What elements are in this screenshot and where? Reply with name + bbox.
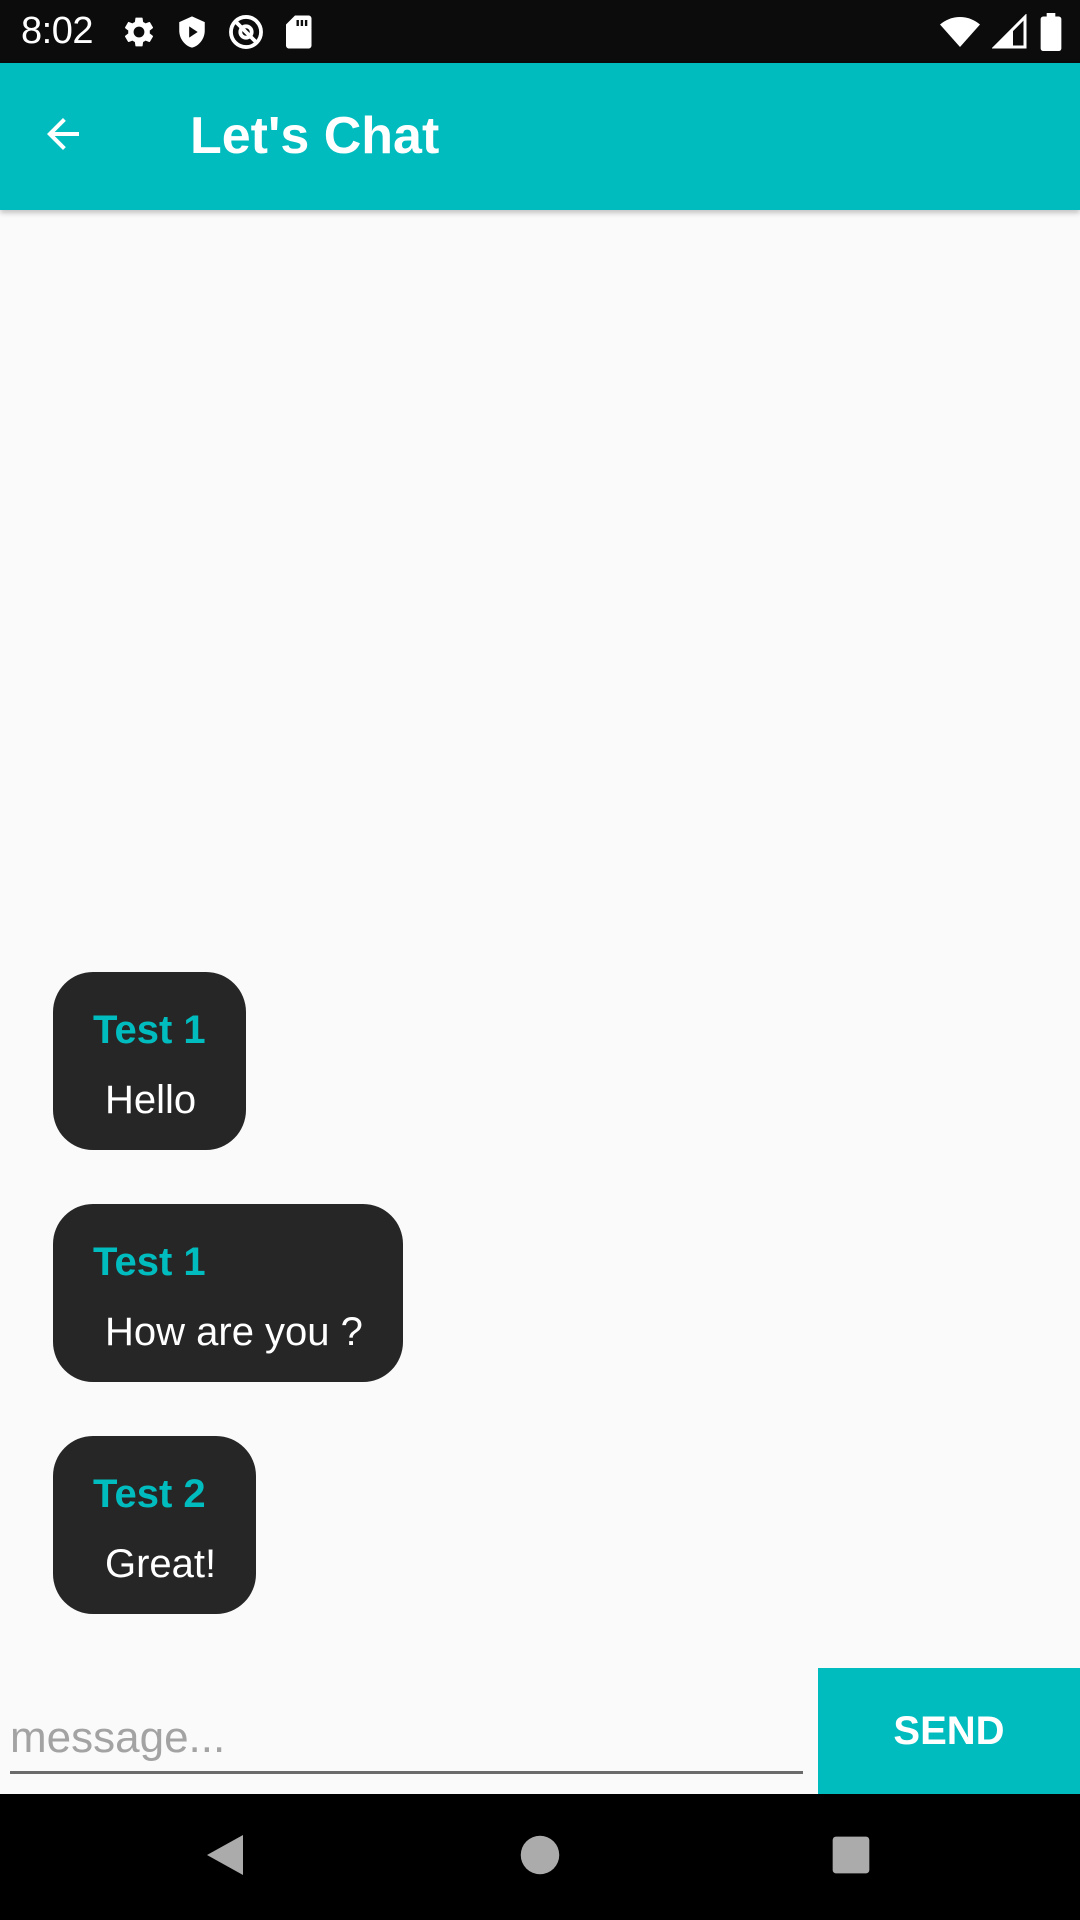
status-time: 8:02 xyxy=(21,10,93,52)
message-bubble: Test 1 How are you ? xyxy=(53,1204,403,1382)
page-title: Let's Chat xyxy=(190,107,440,165)
message-sender: Test 1 xyxy=(93,1240,206,1284)
message-sender: Test 1 xyxy=(93,1008,206,1052)
gear-icon xyxy=(121,14,157,50)
nav-home-button[interactable] xyxy=(505,1822,575,1892)
back-button[interactable] xyxy=(30,103,96,169)
shield-play-icon xyxy=(175,14,209,50)
status-notification-icons xyxy=(121,12,313,52)
message-bubble: Test 1 Hello xyxy=(53,972,246,1150)
status-system-icons xyxy=(940,12,1062,52)
message-input[interactable] xyxy=(10,1704,803,1774)
nav-recents-button[interactable] xyxy=(816,1822,886,1892)
message-text: Hello xyxy=(105,1078,197,1122)
back-triangle-icon xyxy=(203,1831,247,1884)
message-sender: Test 2 xyxy=(93,1472,206,1516)
battery-icon xyxy=(1040,13,1062,51)
cell-signal-icon xyxy=(992,14,1028,50)
home-circle-icon xyxy=(519,1834,561,1881)
message-text: How are you ? xyxy=(105,1310,363,1354)
message-text: Great! xyxy=(105,1542,217,1586)
nav-back-button[interactable] xyxy=(190,1822,260,1892)
message-bubble: Test 2 Great! xyxy=(53,1436,257,1614)
status-bar: 8:02 xyxy=(0,0,1080,63)
wifi-icon xyxy=(940,15,980,49)
compose-bar: SEND xyxy=(0,1668,1080,1794)
app-bar: Let's Chat xyxy=(0,63,1080,210)
message-list[interactable]: Test 1 Hello Test 1 How are you ? Test 2… xyxy=(0,210,1080,1668)
sd-card-icon xyxy=(283,14,313,50)
navigation-bar xyxy=(0,1794,1080,1920)
at-sign-icon xyxy=(227,13,265,51)
arrow-back-icon xyxy=(39,110,87,163)
recents-square-icon xyxy=(831,1835,871,1880)
send-button[interactable]: SEND xyxy=(818,1668,1080,1794)
